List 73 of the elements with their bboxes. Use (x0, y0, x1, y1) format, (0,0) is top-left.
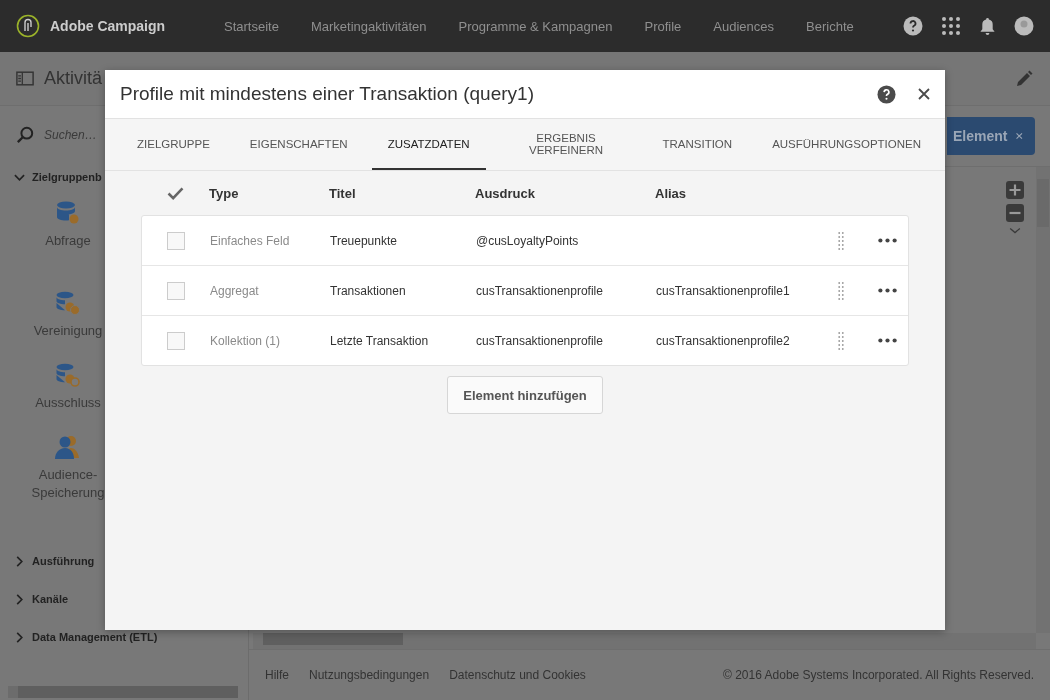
nav-link[interactable]: Profile (644, 18, 682, 34)
more-icon[interactable] (878, 288, 897, 293)
checkbox[interactable] (167, 281, 185, 300)
tab[interactable]: ZUSATZDATEN (371, 119, 486, 170)
table-cell-text: Einfaches Feld (210, 233, 291, 248)
table-cell-text: Letzte Transaktion (330, 333, 430, 348)
people-icon[interactable] (54, 434, 82, 460)
app-name: Adobe Campaign (50, 18, 166, 34)
nav-link[interactable]: Berichte (806, 18, 854, 34)
close-icon[interactable] (918, 88, 930, 100)
checkbox[interactable] (167, 331, 185, 350)
table-cell-text: Transaktionen (330, 283, 407, 298)
footer-link[interactable]: Datenschutz und Cookies (449, 668, 586, 682)
activity-label[interactable]: Ausschluss (35, 394, 101, 412)
group-label[interactable]: Zielgruppenb (32, 171, 102, 183)
nav-link[interactable]: Startseite (224, 18, 279, 34)
table-cell: cusTransaktionenprofile1 (656, 283, 790, 298)
table-cell-text: @cusLoyaltyPoints (476, 233, 580, 248)
table-cell-text: Treuepunkte (330, 233, 398, 248)
zoom-in-icon[interactable] (1006, 181, 1024, 199)
table-cell-text: cusTransaktionenprofile (476, 283, 604, 298)
bell-icon[interactable] (979, 16, 996, 36)
panel-icon[interactable] (16, 71, 34, 86)
zoom-out-icon[interactable] (1006, 204, 1024, 222)
nav-link[interactable]: Audiences (713, 18, 775, 34)
drag-handle-icon[interactable] (838, 280, 844, 301)
database-icon[interactable] (55, 362, 81, 388)
column-header: Ausdruck (475, 185, 536, 201)
drag-handle-icon[interactable] (838, 330, 844, 351)
activity-label[interactable]: Audience-Speicherung (28, 466, 108, 502)
activity-label[interactable]: Vereinigung (33, 322, 103, 340)
tab[interactable]: AUSFÜHRUNGSOPTIONEN (756, 119, 937, 170)
group-label[interactable]: Kanäle (32, 593, 69, 605)
add-element-button[interactable]: Element hinzufügen (447, 376, 603, 414)
header-title: Aktivitä (44, 68, 103, 89)
more-icon[interactable] (878, 338, 897, 343)
table-cell-text: cusTransaktionenprofile (476, 333, 604, 348)
apps-grid-icon[interactable] (941, 16, 961, 36)
checkbox[interactable] (167, 231, 185, 250)
element-button[interactable]: Element (947, 117, 1035, 155)
table-cell-text: Kollektion (1) (210, 333, 282, 348)
tab[interactable]: TRANSITION (646, 119, 749, 170)
database-icon[interactable] (55, 200, 81, 226)
help-icon[interactable] (903, 16, 923, 36)
scrollbar[interactable] (253, 633, 1036, 649)
check-icon[interactable] (166, 186, 184, 200)
table-cell: cusTransaktionenprofile2 (656, 333, 790, 348)
dialog-title: Profile mit mindestens einer Transaktion (query1) (120, 83, 534, 105)
logo-icon (16, 14, 40, 38)
activity-label[interactable]: Abfrage (45, 232, 91, 250)
column-header: Type (209, 185, 240, 201)
footer-link[interactable]: Hilfe (265, 668, 289, 682)
chevron-down-icon[interactable] (1009, 227, 1021, 235)
group-label[interactable]: Data Management (ETL) (32, 631, 158, 643)
group-label[interactable]: Ausführung (32, 555, 95, 567)
tab[interactable]: ERGEBNIS VERFEINERN (493, 119, 639, 170)
tab[interactable]: ZIELGRUPPE (121, 119, 226, 170)
help-icon[interactable] (877, 84, 896, 104)
database-icon[interactable] (55, 290, 81, 316)
copyright-text: © 2016 Adobe Systems Incorporated. All Rights Reserved. (723, 668, 1034, 682)
table-cell-text: Aggregat (210, 283, 260, 298)
search-icon (16, 126, 34, 144)
column-header: Alias (655, 185, 688, 201)
nav-link[interactable]: Marketingaktivitäten (310, 18, 427, 34)
drag-handle-icon[interactable] (838, 230, 844, 251)
scrollbar[interactable] (8, 686, 238, 698)
pencil-icon[interactable] (1014, 68, 1034, 89)
column-header: Titel (329, 185, 357, 201)
footer-link[interactable]: Nutzungsbedingungen (309, 668, 430, 682)
tab[interactable]: EIGENSCHAFTEN (233, 119, 364, 170)
more-icon[interactable] (878, 238, 897, 243)
nav-link[interactable]: Programme & Kampagnen (458, 18, 613, 34)
avatar-icon[interactable] (1014, 16, 1034, 36)
